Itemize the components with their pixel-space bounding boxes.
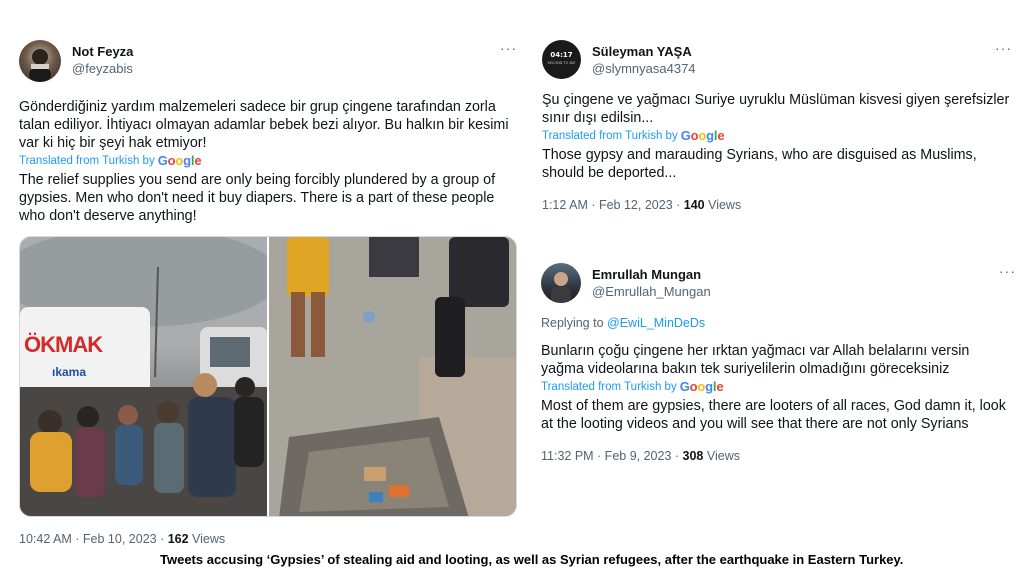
translated-label: Translated from Turkish by	[19, 154, 155, 167]
tweet-slymnyasa[interactable]: 04:17 SECOND TO DIE Süleyman YAŞA @slymn…	[542, 40, 1012, 212]
tweet-translated-text: The relief supplies you send are only be…	[19, 172, 496, 224]
translated-by-google[interactable]: Translated from Turkish by Google	[19, 153, 517, 168]
views-label: Views	[704, 198, 742, 212]
google-logo: Google	[157, 153, 202, 168]
tweet-translated-text: Those gypsy and marauding Syrians, who a…	[542, 147, 977, 181]
replying-handle-link[interactable]: @EwiL_MinDeDs	[607, 316, 705, 330]
media-photo-aid-truck[interactable]: ÖKMAK ıkama	[20, 237, 267, 516]
tweet-meta: 1:12 AM · Feb 12, 2023 · 140 Views	[542, 198, 1012, 212]
tweet-original-text: Bunların çoğu çingene her ırktan yağmacı…	[541, 343, 970, 377]
display-name[interactable]: Not Feyza	[72, 43, 133, 60]
figure-caption: Tweets accusing ‘Gypsies’ of stealing ai…	[160, 552, 904, 567]
tweet-translated-text: Most of them are gypsies, there are loot…	[541, 398, 1006, 432]
avatar[interactable]	[541, 263, 581, 303]
tweet-header: Emrullah Mungan @Emrullah_Mungan ···	[541, 263, 1016, 303]
tweet-media[interactable]: ÖKMAK ıkama	[19, 236, 517, 517]
tweet-original-text: Gönderdiğiniz yardım malzemeleri sadece …	[19, 99, 509, 151]
avatar[interactable]: 04:17 SECOND TO DIE	[542, 40, 581, 79]
tweet-original-text: Şu çingene ve yağmacı Suriye uyruklu Müs…	[542, 92, 1010, 126]
tweet-emrullah-mungan[interactable]: Emrullah Mungan @Emrullah_Mungan ··· Rep…	[541, 263, 1016, 463]
avatar[interactable]	[19, 40, 61, 82]
more-options-icon[interactable]: ···	[995, 40, 1012, 56]
display-name[interactable]: Süleyman YAŞA	[592, 43, 696, 60]
display-name[interactable]: Emrullah Mungan	[592, 266, 711, 283]
user-handle[interactable]: @feyzabis	[72, 60, 133, 77]
tweet-header: 04:17 SECOND TO DIE Süleyman YAŞA @slymn…	[542, 40, 1012, 79]
google-logo: Google	[679, 379, 724, 394]
tweet-meta: 10:42 AM · Feb 10, 2023 · 162 Views	[19, 532, 225, 546]
user-handle[interactable]: @slymnyasa4374	[592, 60, 696, 77]
tweet-timestamp[interactable]: 1:12 AM · Feb 12, 2023 ·	[542, 198, 684, 212]
views-label: Views	[188, 532, 226, 546]
tweet-feyzabis[interactable]: Not Feyza @feyzabis ··· Gönderdiğiniz ya…	[19, 40, 517, 225]
tweet-meta: 11:32 PM · Feb 9, 2023 · 308 Views	[541, 449, 1016, 463]
more-options-icon[interactable]: ···	[999, 263, 1016, 279]
views-count: 140	[683, 198, 705, 212]
more-options-icon[interactable]: ···	[500, 40, 517, 56]
translated-label: Translated from Turkish by	[542, 129, 678, 142]
translated-label: Translated from Turkish by	[541, 380, 677, 393]
tweet-timestamp[interactable]: 10:42 AM · Feb 10, 2023 ·	[19, 532, 168, 546]
media-photo-ground[interactable]	[269, 237, 516, 516]
user-handle[interactable]: @Emrullah_Mungan	[592, 283, 711, 300]
truck-sign-subtext: ıkama	[52, 365, 87, 379]
replying-label: Replying to	[541, 316, 608, 330]
translated-by-google[interactable]: Translated from Turkish by Google	[542, 128, 1012, 143]
tweet-timestamp[interactable]: 11:32 PM · Feb 9, 2023 ·	[541, 449, 683, 463]
views-count: 308	[682, 449, 704, 463]
tweet-header: Not Feyza @feyzabis ···	[19, 40, 517, 82]
translated-by-google[interactable]: Translated from Turkish by Google	[541, 379, 1016, 394]
avatar-text-top: 04:17	[550, 51, 573, 59]
google-logo: Google	[680, 128, 725, 143]
views-count: 162	[167, 532, 189, 546]
replying-to: Replying to @EwiL_MinDeDs	[541, 316, 1016, 330]
avatar-text-bottom: SECOND TO DIE	[547, 61, 576, 65]
truck-sign-text: ÖKMAK	[24, 332, 103, 357]
views-label: Views	[703, 449, 740, 463]
